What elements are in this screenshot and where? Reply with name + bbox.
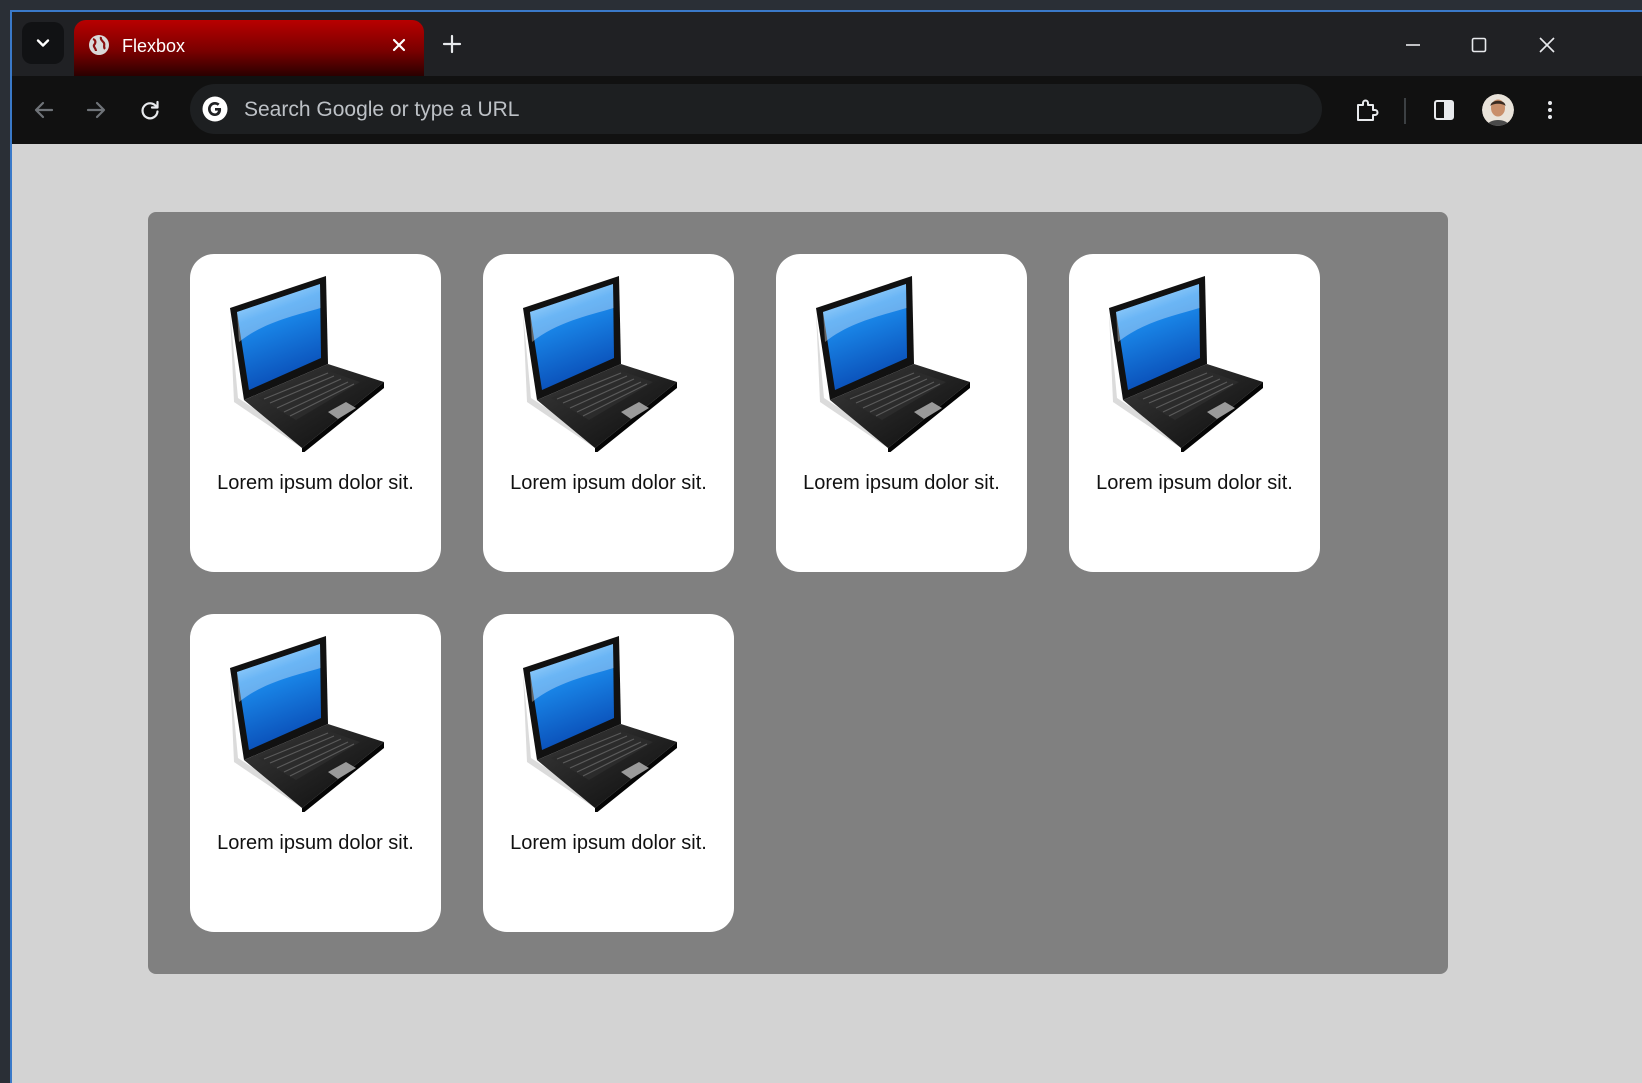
card-5: Lorem ipsum dolor sit.: [190, 614, 441, 932]
profile-avatar-icon: [1482, 94, 1514, 126]
card-text: Lorem ipsum dolor sit.: [1096, 472, 1293, 494]
laptop-image: [230, 636, 384, 812]
card-4: Lorem ipsum dolor sit.: [1069, 254, 1320, 572]
minimize-icon: [1406, 44, 1420, 46]
laptop-image: [230, 276, 384, 452]
card-6: Lorem ipsum dolor sit.: [483, 614, 734, 932]
reload-button[interactable]: [132, 92, 168, 128]
tab-close-button[interactable]: [386, 32, 412, 58]
side-panel-icon: [1434, 100, 1454, 120]
card-1: Lorem ipsum dolor sit.: [190, 254, 441, 572]
browser-window: Flexbox Search Google or type a URL Lore…: [10, 10, 1642, 1083]
new-tab-button[interactable]: [434, 26, 470, 62]
profile-avatar[interactable]: [1482, 94, 1514, 126]
puzzle-icon: [1357, 99, 1379, 121]
maximize-button[interactable]: [1462, 28, 1496, 62]
chevron-down-icon: [36, 39, 50, 47]
flex-container: Lorem ipsum dolor sit. Lorem ipsum dolor…: [148, 212, 1448, 974]
browser-toolbar: [12, 76, 1642, 144]
tab-search-button[interactable]: [22, 22, 64, 64]
plus-icon: [442, 34, 462, 54]
url-input[interactable]: [242, 84, 1286, 136]
card-3: Lorem ipsum dolor sit.: [776, 254, 1027, 572]
laptop-image: [523, 276, 677, 452]
maximize-icon: [1471, 37, 1487, 53]
card-text: Lorem ipsum dolor sit.: [217, 832, 414, 854]
minimize-button[interactable]: [1396, 28, 1430, 62]
toolbar-divider: [1404, 98, 1406, 124]
card-text: Lorem ipsum dolor sit.: [510, 472, 707, 494]
menu-button[interactable]: [1532, 92, 1568, 128]
side-panel-button[interactable]: [1426, 92, 1462, 128]
address-bar[interactable]: [190, 84, 1322, 136]
laptop-image: [816, 276, 970, 452]
card-text: Lorem ipsum dolor sit.: [217, 472, 414, 494]
page-viewport: Lorem ipsum dolor sit. Lorem ipsum dolor…: [12, 144, 1642, 1083]
window-close-button[interactable]: [1530, 28, 1564, 62]
tab-strip: Flexbox: [12, 12, 1642, 76]
globe-icon: [89, 35, 109, 55]
more-vertical-icon: [1548, 101, 1552, 119]
card-text: Lorem ipsum dolor sit.: [803, 472, 1000, 494]
card-2: Lorem ipsum dolor sit.: [483, 254, 734, 572]
extensions-button[interactable]: [1348, 92, 1384, 128]
close-icon: [1539, 37, 1555, 53]
google-g-icon: [202, 96, 228, 122]
close-icon: [392, 38, 406, 52]
tab-title: Flexbox: [122, 36, 186, 56]
arrow-right-icon: [86, 101, 106, 119]
back-button[interactable]: [26, 92, 62, 128]
tab-flexbox[interactable]: Flexbox: [74, 20, 424, 76]
forward-button[interactable]: [78, 92, 114, 128]
card-text: Lorem ipsum dolor sit.: [510, 832, 707, 854]
laptop-image: [1109, 276, 1263, 452]
laptop-image: [523, 636, 677, 812]
arrow-left-icon: [34, 101, 54, 119]
reload-icon: [141, 100, 159, 120]
